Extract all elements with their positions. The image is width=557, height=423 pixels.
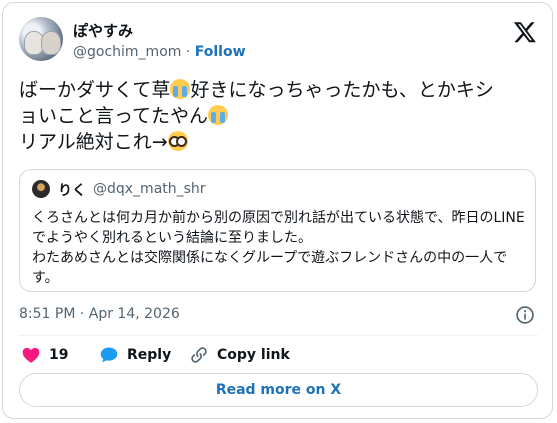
nerd-face-emoji: [167, 131, 188, 151]
read-more-button[interactable]: Read more on X: [19, 373, 538, 407]
link-icon: [191, 347, 207, 363]
quoted-author-handle: @dqx_math_shr: [93, 181, 206, 197]
tweet-text: ばーかダサくて草 好きになっちゃったかも、とかキシ ョいこと言ってたやん リアル絶…: [19, 77, 539, 155]
copy-link-button[interactable]: Copy link: [189, 345, 290, 365]
reply-button[interactable]: Reply: [99, 345, 171, 365]
like-count: 19: [49, 347, 69, 363]
info-icon[interactable]: [515, 305, 535, 325]
reply-bubble-icon: [100, 347, 118, 363]
loudly-crying-face-emoji: [208, 105, 229, 125]
tweet-line3: リアル絶対これ→: [19, 131, 168, 153]
author-handle[interactable]: @gochim_mom: [73, 44, 181, 60]
tweet-timestamp[interactable]: 8:51 PM · Apr 14, 2026: [19, 306, 180, 322]
copy-link-label: Copy link: [217, 347, 290, 363]
tweet-line1: ばーかダサくて草: [19, 79, 171, 101]
loudly-crying-face-emoji: [170, 79, 191, 99]
tweet-card: ぽやすみ @gochim_mom · Follow ばーかダサくて草 好きになっち…: [2, 2, 553, 419]
quoted-tweet[interactable]: りく @dqx_math_shr くろさんとは何カ月か前から別の原因で別れ話が出…: [19, 169, 536, 292]
reply-label: Reply: [127, 347, 172, 363]
divider: [19, 335, 538, 336]
tweet-line1b: 好きになっちゃったかも、とかキシ: [190, 79, 494, 101]
like-button[interactable]: 19: [21, 345, 68, 365]
heart-icon: [22, 347, 40, 363]
quoted-author-name: りく: [58, 183, 86, 199]
quoted-tweet-text: くろさんとは何カ月か前から別の原因で別れ話が出ている状態で、昨日のLINEでよう…: [32, 210, 525, 286]
author-handle-row: @gochim_mom · Follow: [73, 44, 246, 60]
follow-button[interactable]: Follow: [195, 44, 246, 60]
author-avatar[interactable]: [19, 17, 63, 61]
tweet-line2: ョいこと言ってたやん: [19, 105, 209, 127]
author-display-name[interactable]: ぽやすみ: [73, 20, 133, 41]
quoted-author-avatar: [32, 180, 50, 198]
x-logo-icon[interactable]: [513, 20, 537, 44]
separator-dot: ·: [185, 44, 191, 60]
